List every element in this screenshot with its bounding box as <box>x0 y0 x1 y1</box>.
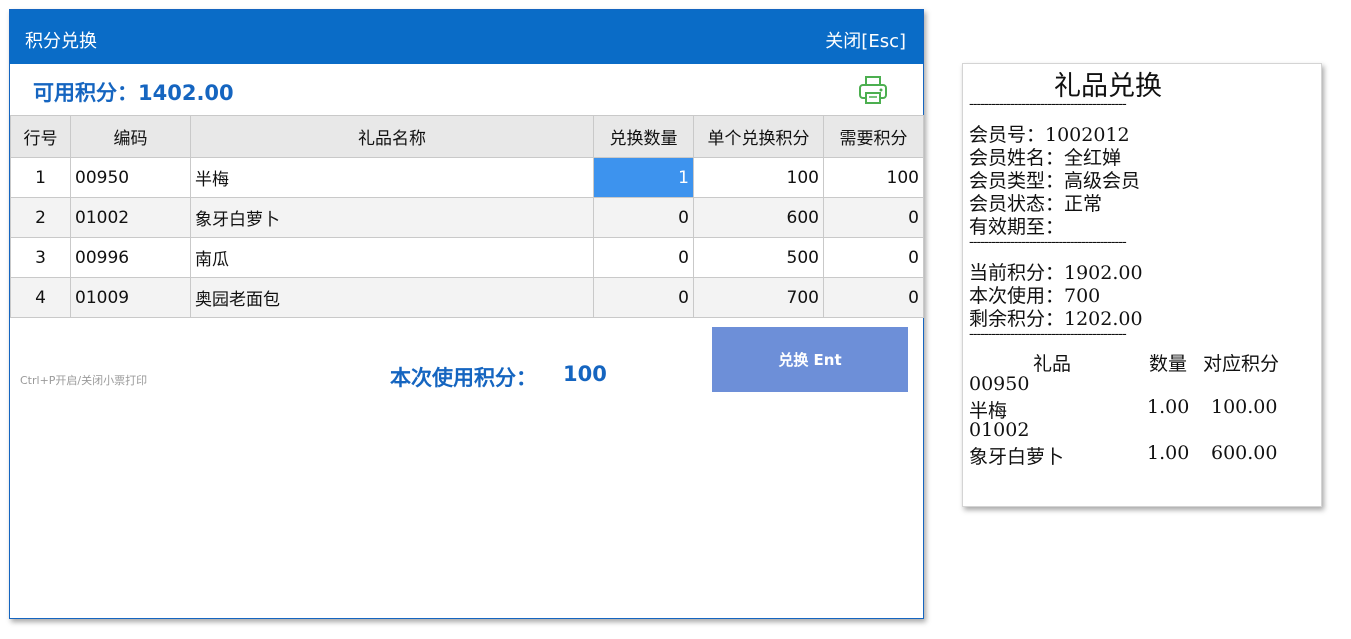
receipt-separator: ----------------------------------------… <box>969 326 1127 342</box>
receipt-item-code: 00950 <box>969 373 1030 395</box>
receipt-item-code: 01002 <box>969 419 1030 441</box>
col-code: 编码 <box>70 115 191 158</box>
receipt-separator: ----------------------------------------… <box>969 234 1127 250</box>
table-row[interactable]: 4 01009 奥园老面包 0 700 0 <box>10 277 924 318</box>
receipt-item-qty: 1.00 <box>1147 442 1190 464</box>
print-shortcut-hint: Ctrl+P开启/关闭小票打印 <box>20 374 148 387</box>
col-unit-points: 单个兑换积分 <box>693 115 824 158</box>
exchange-button[interactable]: 兑换 Ent <box>712 327 908 392</box>
receipt-header-gift: 礼品 <box>1033 353 1072 375</box>
col-gift-name: 礼品名称 <box>190 115 594 158</box>
gift-table: 行号 编码 礼品名称 兑换数量 单个兑换积分 需要积分 1 00950 半梅 1… <box>10 115 924 318</box>
receipt-header-qty: 数量 <box>1149 353 1188 375</box>
gift-code: 00950 <box>70 157 191 198</box>
required-points: 100 <box>823 157 924 198</box>
close-button[interactable]: 关闭[Esc] <box>825 27 906 53</box>
gift-name: 象牙白萝卜 <box>190 197 594 238</box>
exchange-qty-cell[interactable]: 0 <box>593 197 694 238</box>
unit-points: 600 <box>693 197 824 238</box>
row-number: 2 <box>10 197 71 238</box>
available-points: 可用积分：1402.00 <box>33 81 234 105</box>
title-bar: 积分兑换 关闭[Esc] <box>10 10 923 64</box>
unit-points: 700 <box>693 277 824 318</box>
gift-name: 半梅 <box>190 157 594 198</box>
printer-icon-graphic <box>859 76 887 104</box>
table-row[interactable]: 1 00950 半梅 1 100 100 <box>10 157 924 198</box>
row-number: 1 <box>10 157 71 198</box>
receipt-preview: 礼品兑换 -----------------------------------… <box>962 63 1322 507</box>
gift-name: 奥园老面包 <box>190 277 594 318</box>
gift-name: 南瓜 <box>190 237 594 278</box>
required-points: 0 <box>823 237 924 278</box>
receipt-item-points: 100.00 <box>1211 396 1278 418</box>
unit-points: 500 <box>693 237 824 278</box>
receipt-item-qty: 1.00 <box>1147 396 1190 418</box>
table-header: 行号 编码 礼品名称 兑换数量 单个兑换积分 需要积分 <box>10 115 924 158</box>
gift-code: 01009 <box>70 277 191 318</box>
receipt-item-points: 600.00 <box>1211 442 1278 464</box>
printer-icon[interactable] <box>857 74 889 106</box>
exchange-qty-cell[interactable]: 0 <box>593 277 694 318</box>
exchange-qty-cell[interactable]: 0 <box>593 237 694 278</box>
receipt-separator: ----------------------------------------… <box>969 96 1127 112</box>
gift-code: 00996 <box>70 237 191 278</box>
dialog-title: 积分兑换 <box>25 31 97 52</box>
col-exchange-qty: 兑换数量 <box>593 115 694 158</box>
receipt-header-points: 对应积分 <box>1203 353 1280 375</box>
unit-points: 100 <box>693 157 824 198</box>
col-row-number: 行号 <box>10 115 71 158</box>
col-required-points: 需要积分 <box>823 115 924 158</box>
table-row[interactable]: 2 01002 象牙白萝卜 0 600 0 <box>10 197 924 238</box>
used-points-value: 100 <box>563 362 607 386</box>
required-points: 0 <box>823 197 924 238</box>
used-points-label: 本次使用积分： <box>390 366 537 390</box>
table-row[interactable]: 3 00996 南瓜 0 500 0 <box>10 237 924 278</box>
points-exchange-dialog: 积分兑换 关闭[Esc] 可用积分：1402.00 行号 编码 礼品名称 兑换数… <box>9 9 924 619</box>
required-points: 0 <box>823 277 924 318</box>
exchange-qty-cell[interactable]: 1 <box>593 157 694 198</box>
gift-code: 01002 <box>70 197 191 238</box>
receipt-item-name: 象牙白萝卜 <box>969 446 1065 468</box>
row-number: 4 <box>10 277 71 318</box>
row-number: 3 <box>10 237 71 278</box>
